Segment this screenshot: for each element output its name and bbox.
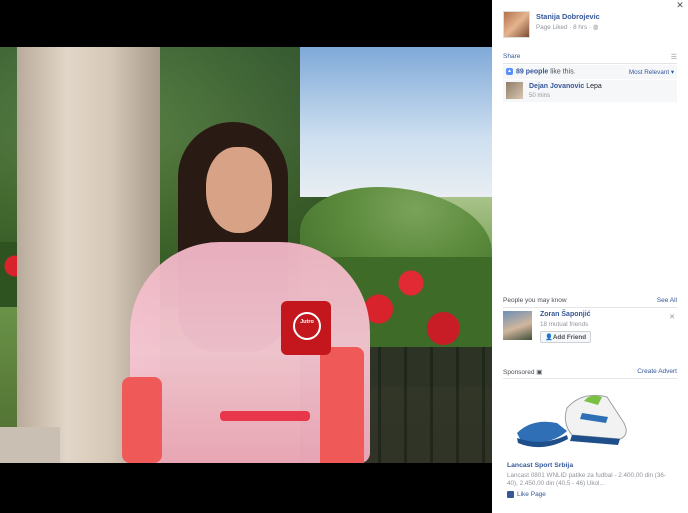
robe-trim-right <box>320 347 364 463</box>
likes-count[interactable]: 89 people <box>516 69 548 76</box>
likes-suffix: like this. <box>548 68 576 76</box>
comment-text: Lepa <box>584 83 602 90</box>
sponsored-title: Sponsored ▣ <box>503 368 542 376</box>
ad-image[interactable] <box>512 383 632 453</box>
suggested-person-avatar[interactable] <box>503 311 532 340</box>
pymk-title: People you may know <box>503 297 567 304</box>
commenter-avatar[interactable] <box>506 82 523 99</box>
pymk-header: People you may know See All <box>503 297 677 304</box>
post-header: Stanija Dobrojevic Page Liked · 8 hrs · … <box>503 11 600 38</box>
likes-row: ▲ 89 people like this. Most Relevant ▾ <box>503 65 677 79</box>
sky <box>300 47 492 197</box>
photo-stage: Jutro <box>0 0 492 513</box>
author-avatar[interactable] <box>503 11 530 38</box>
like-page-label: Like Page <box>517 491 546 499</box>
post-info: Page Liked · 8 hrs · ◍ <box>536 24 600 31</box>
sponsored-header: Sponsored ▣ Create Advert <box>503 368 677 376</box>
comment-body: Dejan Jovanovic Lepa 50 mins <box>529 83 602 100</box>
commenter-name[interactable]: Dejan Jovanovic <box>529 83 584 90</box>
mug-logo: Jutro <box>293 312 321 340</box>
author-name[interactable]: Stanija Dobrojevic <box>536 12 600 21</box>
like-page-button[interactable]: Like Page <box>507 491 546 498</box>
post-meta: Stanija Dobrojevic Page Liked · 8 hrs · … <box>536 12 600 38</box>
see-all-link[interactable]: See All <box>657 297 677 304</box>
comment: Dejan Jovanovic Lepa 50 mins <box>503 80 677 102</box>
divider <box>503 378 677 379</box>
share-link[interactable]: Share <box>503 53 520 61</box>
ad-icon: ▣ <box>536 369 543 376</box>
like-icon <box>507 491 514 498</box>
sidebar: ✕ Stanija Dobrojevic Page Liked · 8 hrs … <box>492 0 688 513</box>
ad-title[interactable]: Lancast Sport Srbija <box>507 462 573 469</box>
robe-trim-left <box>122 377 162 463</box>
actions-row: Share ☰ <box>503 53 677 61</box>
mutual-friends[interactable]: 18 mutual friends <box>540 321 591 328</box>
robe-belt <box>220 411 310 421</box>
suggested-person-name[interactable]: Zoran Šaponjić <box>540 311 591 318</box>
close-icon[interactable]: ✕ <box>675 0 685 10</box>
like-thumb-icon: ▲ <box>506 68 513 76</box>
pymk-card: Zoran Šaponjić 18 mutual friends 👤Add Fr… <box>503 311 677 343</box>
create-advert-link[interactable]: Create Advert <box>637 368 677 376</box>
floor <box>0 427 60 463</box>
sort-comments-dropdown[interactable]: Most Relevant ▾ <box>629 69 674 76</box>
divider <box>503 307 677 308</box>
add-friend-button[interactable]: 👤Add Friend <box>540 331 592 343</box>
add-friend-icon: 👤 <box>545 334 553 341</box>
add-friend-label: Add Friend <box>552 334 587 341</box>
ad-description[interactable]: Lancast 0801 WNLID patike za fudbal - 2.… <box>507 472 667 488</box>
post-time[interactable]: Page Liked · 8 hrs · <box>536 24 593 31</box>
photo[interactable]: Jutro <box>0 47 492 463</box>
dismiss-icon[interactable]: ✕ <box>669 313 675 321</box>
divider <box>503 63 677 64</box>
comment-time[interactable]: 50 mins <box>529 93 602 99</box>
sponsored-label: Sponsored <box>503 369 535 376</box>
suggested-person-info: Zoran Šaponjić 18 mutual friends 👤Add Fr… <box>540 311 592 343</box>
woman-face <box>206 147 272 233</box>
list-icon[interactable]: ☰ <box>671 53 677 61</box>
globe-icon: ◍ <box>592 24 599 31</box>
